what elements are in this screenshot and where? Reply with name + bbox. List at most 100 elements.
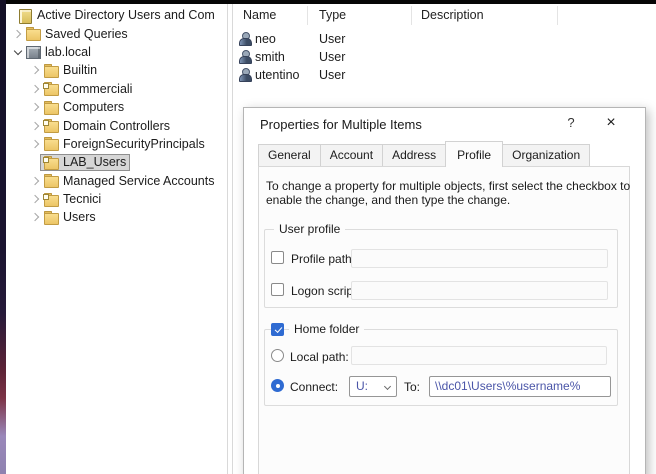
tree-item-label: Saved Queries xyxy=(45,27,128,41)
tree-item-label: Active Directory Users and Com xyxy=(37,8,215,22)
folder-icon xyxy=(44,137,58,150)
home-folder-label: Home folder xyxy=(289,322,364,336)
home-folder-group: Home folder Local path: Connect: U: To: … xyxy=(264,329,618,406)
console-top-bar xyxy=(0,0,656,4)
domain-icon xyxy=(26,45,40,58)
folder-icon xyxy=(44,211,58,224)
tree-item-computers[interactable]: Computers xyxy=(6,98,227,116)
tree-item-managed-service-accounts[interactable]: Managed Service Accounts xyxy=(6,172,227,190)
home-folder-checkbox[interactable] xyxy=(271,323,284,336)
local-path-radio[interactable] xyxy=(271,349,284,362)
aduc-window: Active Directory Users and Com Saved Que… xyxy=(0,0,656,474)
tree-item-label: Commerciali xyxy=(63,82,132,96)
tab-account[interactable]: Account xyxy=(320,144,383,167)
local-path-label: Local path: xyxy=(290,350,349,364)
cell-type: User xyxy=(319,30,345,48)
tab-organization[interactable]: Organization xyxy=(502,144,590,167)
tree-item-label: Managed Service Accounts xyxy=(63,174,214,188)
ou-folder-icon xyxy=(44,156,58,169)
tree-item-label: lab.local xyxy=(45,45,91,59)
chevron-right-icon[interactable] xyxy=(28,104,44,110)
tree-item-tecnici[interactable]: Tecnici xyxy=(6,190,227,208)
chevron-right-icon[interactable] xyxy=(28,141,44,147)
tree-item-lab-local[interactable]: lab.local xyxy=(6,43,227,61)
folder-icon xyxy=(44,64,58,77)
to-label: To: xyxy=(404,380,420,394)
chevron-down-icon[interactable] xyxy=(10,48,26,56)
profile-tab-page: To change a property for multiple object… xyxy=(258,166,630,474)
connect-label: Connect: xyxy=(290,380,338,394)
local-path-input xyxy=(351,346,607,365)
profile-path-label: Profile path: xyxy=(291,252,355,266)
tree-item-builtin[interactable]: Builtin xyxy=(6,61,227,79)
tree-item-saved-queries[interactable]: Saved Queries xyxy=(6,24,227,42)
column-resize-handle[interactable] xyxy=(557,6,558,25)
connect-path-input[interactable]: \\dc01\Users\%username% xyxy=(429,376,611,397)
column-header-type[interactable]: Type xyxy=(319,4,346,26)
logon-script-checkbox[interactable] xyxy=(271,283,284,296)
chevron-right-icon[interactable] xyxy=(28,196,44,202)
ou-folder-icon xyxy=(44,119,58,132)
cell-name: neo xyxy=(255,30,276,48)
chevron-right-icon[interactable] xyxy=(28,178,44,184)
column-header-name[interactable]: Name xyxy=(243,4,276,26)
chevron-down-icon xyxy=(384,383,391,390)
ou-folder-icon xyxy=(44,193,58,206)
ou-folder-icon xyxy=(44,82,58,95)
cell-type: User xyxy=(319,48,345,66)
tree-item-label: Tecnici xyxy=(63,192,101,206)
cell-name: utentino xyxy=(255,66,299,84)
list-header: Name Type Description xyxy=(233,4,656,26)
tree-item-label: LAB_Users xyxy=(63,155,126,169)
user-icon xyxy=(239,68,252,82)
properties-dialog: Properties for Multiple Items ? × Genera… xyxy=(243,107,646,474)
connect-radio[interactable] xyxy=(271,379,284,392)
user-profile-group: User profile Profile path: Logon script: xyxy=(264,229,618,308)
profile-path-input xyxy=(351,249,608,268)
column-header-description[interactable]: Description xyxy=(421,4,484,26)
desktop-background-sliver xyxy=(0,0,6,474)
tab-address[interactable]: Address xyxy=(382,144,446,167)
tree-item-label: Domain Controllers xyxy=(63,119,170,133)
tree-item-label: ForeignSecurityPrincipals xyxy=(63,137,205,151)
drive-letter-select[interactable]: U: xyxy=(349,376,397,397)
dialog-tabs: General Account Address Profile Organiza… xyxy=(258,143,589,167)
selected-tree-item-highlight: LAB_Users xyxy=(40,154,130,171)
tab-profile[interactable]: Profile xyxy=(445,141,503,167)
tree-item-label: Builtin xyxy=(63,63,97,77)
folder-icon xyxy=(26,27,40,40)
close-icon[interactable]: × xyxy=(598,112,624,134)
tree-item-users[interactable]: Users xyxy=(6,208,227,226)
chevron-right-icon[interactable] xyxy=(28,214,44,220)
chevron-right-icon[interactable] xyxy=(28,67,44,73)
chevron-right-icon[interactable] xyxy=(10,31,26,37)
tree-item-label: Users xyxy=(63,210,96,224)
tree-item-foreign-security-principals[interactable]: ForeignSecurityPrincipals xyxy=(6,135,227,153)
console-root-icon xyxy=(18,9,32,22)
column-resize-handle[interactable] xyxy=(307,6,308,25)
user-icon xyxy=(239,50,252,64)
chevron-right-icon[interactable] xyxy=(28,86,44,92)
help-button[interactable]: ? xyxy=(558,112,584,134)
user-icon xyxy=(239,32,252,46)
tree-item-domain-controllers[interactable]: Domain Controllers xyxy=(6,116,227,134)
instruction-text: To change a property for multiple object… xyxy=(266,179,630,193)
drive-letter-value: U: xyxy=(356,379,368,393)
logon-script-input xyxy=(351,281,608,300)
tab-general[interactable]: General xyxy=(258,144,321,167)
chevron-right-icon[interactable] xyxy=(28,123,44,129)
dialog-title: Properties for Multiple Items xyxy=(260,117,422,132)
profile-path-checkbox[interactable] xyxy=(271,251,284,264)
column-resize-handle[interactable] xyxy=(411,6,412,25)
cell-name: smith xyxy=(255,48,285,66)
instruction-text: enable the change, and then type the cha… xyxy=(266,193,510,207)
list-item-neo[interactable]: neo User xyxy=(233,30,653,48)
console-tree-panel: Active Directory Users and Com Saved Que… xyxy=(6,4,228,474)
tree-item-commerciali[interactable]: Commerciali xyxy=(6,80,227,98)
tree-item-active-directory-root[interactable]: Active Directory Users and Com xyxy=(6,6,227,24)
list-item-smith[interactable]: smith User xyxy=(233,48,653,66)
list-item-utentino[interactable]: utentino User xyxy=(233,66,653,84)
tree-item-lab-users[interactable]: LAB_Users xyxy=(6,153,227,171)
group-legend: User profile xyxy=(274,222,345,236)
tree-item-label: Computers xyxy=(63,100,124,114)
